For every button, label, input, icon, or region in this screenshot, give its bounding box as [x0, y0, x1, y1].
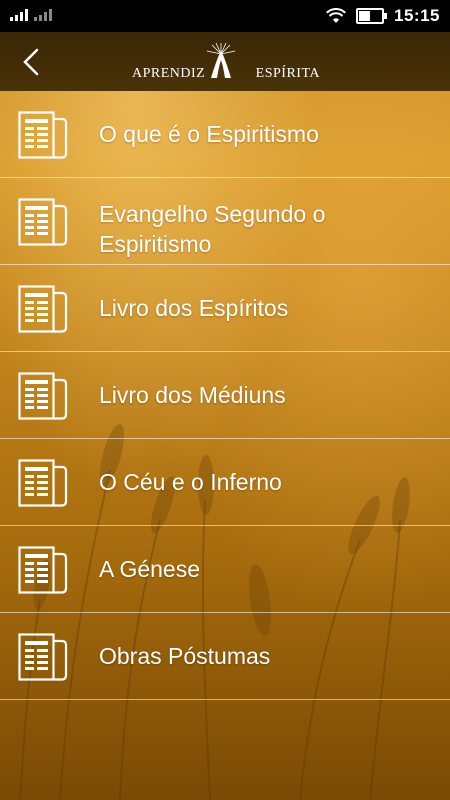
logo-text-left: APRENDIZ [132, 66, 206, 81]
menu-item-label: Livro dos Espíritos [99, 295, 289, 321]
menu-item-espiritismo[interactable]: O que é o Espiritismo [0, 91, 450, 178]
logo-text-right: ESPÍRITA [255, 66, 320, 81]
signal-2-icon [34, 9, 52, 21]
app-bar: APRENDIZ ESPÍRITA [0, 32, 450, 91]
app-logo: APRENDIZ ESPÍRITA [130, 42, 320, 84]
status-time: 15:15 [394, 6, 440, 25]
battery-icon [356, 8, 388, 24]
menu-item-label: Obras Póstumas [99, 643, 271, 669]
menu-item-label: O Céu e o Inferno [99, 469, 282, 495]
chevron-left-icon[interactable] [14, 44, 50, 80]
menu-item-ceu-inferno[interactable]: O Céu e o Inferno [0, 439, 450, 526]
newspaper-icon [18, 546, 68, 594]
menu-item-label: O que é o Espiritismo [99, 121, 319, 147]
signal-icon [10, 9, 28, 21]
signal-indicators [10, 9, 52, 21]
wifi-icon [326, 8, 346, 23]
newspaper-icon [18, 111, 68, 159]
menu-item-evangelho[interactable]: Evangelho Segundo o Espiritismo [0, 178, 450, 265]
menu-item-livro-espiritos[interactable]: Livro dos Espíritos [0, 265, 450, 352]
menu-item-genese[interactable]: A Génese [0, 526, 450, 613]
menu-item-obras-postumas[interactable]: Obras Póstumas [0, 613, 450, 700]
newspaper-icon [18, 285, 68, 333]
menu-item-label: Evangelho Segundo o Espiritismo [99, 201, 326, 257]
logo-emblem-icon [206, 42, 236, 78]
menu-item-label: A Génese [99, 556, 201, 582]
newspaper-icon [18, 372, 68, 420]
menu-item-label: Livro dos Médiuns [99, 382, 286, 408]
book-menu-list: O que é o Espiritismo Evangelho Segundo … [0, 91, 450, 700]
menu-item-livro-mediuns[interactable]: Livro dos Médiuns [0, 352, 450, 439]
newspaper-icon [18, 198, 68, 246]
newspaper-icon [18, 633, 68, 681]
status-bar: 15:15 [0, 0, 450, 32]
newspaper-icon [18, 459, 68, 507]
